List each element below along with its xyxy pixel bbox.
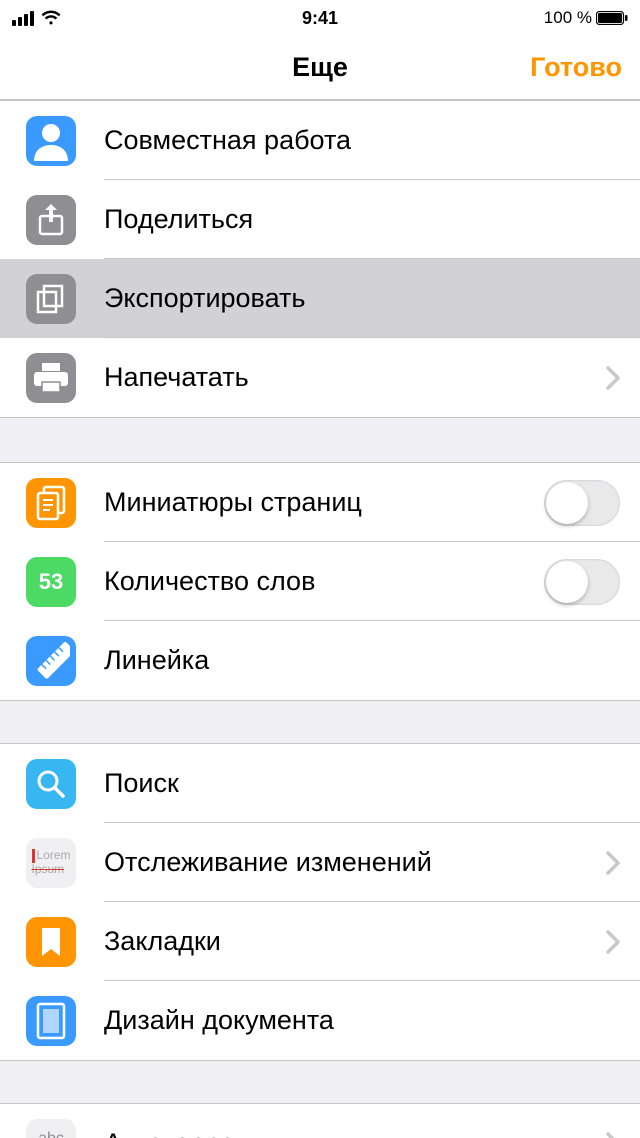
person-icon — [26, 116, 76, 166]
label-export: Экспортировать — [104, 283, 640, 314]
chevron-right-icon — [606, 930, 620, 954]
thumbnails-icon — [26, 478, 76, 528]
wifi-icon — [40, 10, 62, 26]
row-ruler[interactable]: Линейка — [0, 621, 640, 700]
label-collab: Совместная работа — [104, 125, 640, 156]
toggle-thumbnails[interactable] — [544, 480, 620, 526]
docsetup-icon — [26, 996, 76, 1046]
row-thumbnails[interactable]: Миниатюры страниц — [0, 463, 640, 542]
label-ruler: Линейка — [104, 645, 640, 676]
signal-icon — [12, 11, 34, 26]
status-left — [12, 10, 62, 26]
battery-text: 100 % — [544, 8, 592, 28]
label-docsetup: Дизайн документа — [104, 1005, 640, 1036]
trackchanges-icon: LoremIpsum — [26, 838, 76, 888]
row-share[interactable]: Поделиться — [0, 180, 640, 259]
wordcount-icon: 53 — [26, 557, 76, 607]
chevron-right-icon — [606, 1132, 620, 1138]
row-collab[interactable]: Совместная работа — [0, 101, 640, 180]
row-tracking[interactable]: LoremIpsum Отслеживание изменений — [0, 823, 640, 902]
battery-icon — [596, 11, 628, 25]
chevron-right-icon — [606, 851, 620, 875]
group-share: Совместная работа Поделиться Экспортиров… — [0, 100, 640, 418]
label-bookmarks: Закладки — [104, 926, 606, 957]
group-text: abc• • • • Автокоррекция Комментарии — [0, 1103, 640, 1138]
row-bookmarks[interactable]: Закладки — [0, 902, 640, 981]
group-view: Миниатюры страниц 53 Количество слов Лин… — [0, 462, 640, 701]
row-print[interactable]: Напечатать — [0, 338, 640, 417]
print-icon — [26, 353, 76, 403]
label-print: Напечатать — [104, 362, 606, 393]
status-bar: 9:41 100 % — [0, 0, 640, 36]
row-docsetup[interactable]: Дизайн документа — [0, 981, 640, 1060]
row-search[interactable]: Поиск — [0, 744, 640, 823]
done-button[interactable]: Готово — [530, 52, 622, 83]
bookmarks-icon — [26, 917, 76, 967]
label-tracking: Отслеживание изменений — [104, 847, 606, 878]
share-icon — [26, 195, 76, 245]
group-document: Поиск LoremIpsum Отслеживание изменений … — [0, 743, 640, 1061]
label-autocorrect: Автокоррекция — [104, 1128, 606, 1138]
ruler-icon — [26, 636, 76, 686]
status-time: 9:41 — [302, 8, 338, 29]
label-wordcount: Количество слов — [104, 566, 544, 597]
autocorrect-icon: abc• • • • — [26, 1119, 76, 1138]
row-export[interactable]: Экспортировать — [0, 259, 640, 338]
page-title: Еще — [292, 52, 348, 83]
search-icon — [26, 759, 76, 809]
nav-bar: Еще Готово — [0, 36, 640, 100]
label-share: Поделиться — [104, 204, 640, 235]
row-wordcount[interactable]: 53 Количество слов — [0, 542, 640, 621]
label-search: Поиск — [104, 768, 640, 799]
content: Совместная работа Поделиться Экспортиров… — [0, 100, 640, 1138]
export-icon — [26, 274, 76, 324]
label-thumbnails: Миниатюры страниц — [104, 487, 544, 518]
chevron-right-icon — [606, 366, 620, 390]
row-autocorrect[interactable]: abc• • • • Автокоррекция — [0, 1104, 640, 1138]
toggle-wordcount[interactable] — [544, 559, 620, 605]
status-right: 100 % — [544, 8, 628, 28]
